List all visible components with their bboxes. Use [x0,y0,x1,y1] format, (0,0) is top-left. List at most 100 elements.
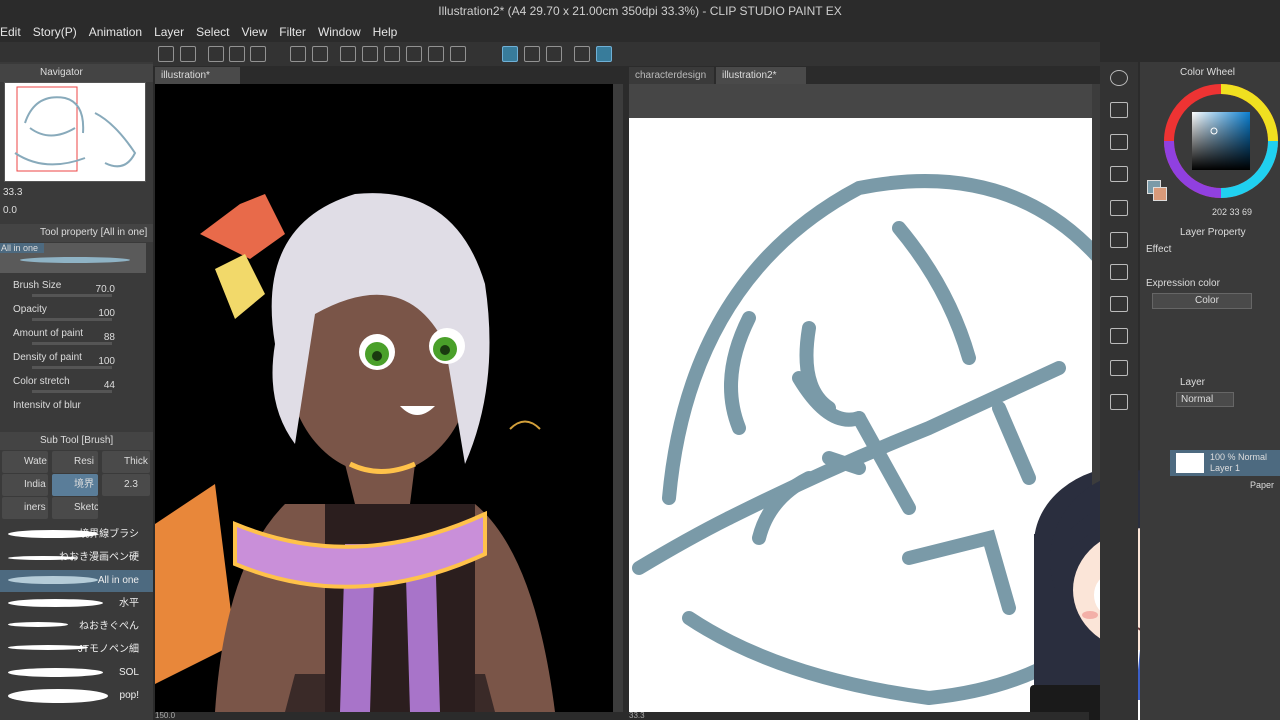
expression-color-select[interactable]: Color [1152,293,1252,309]
status-left-zoom: 150.0 [155,711,176,720]
tab-illustration2[interactable]: illustration2* [716,67,806,84]
brush-item[interactable]: 水平 [0,593,153,615]
navigator-zoom[interactable]: 33.3 [3,187,22,198]
book-icon[interactable] [1110,394,1128,410]
effect-label: Effect [1146,244,1172,255]
canvas-illustration2[interactable] [629,84,1092,712]
layer-name: 100 % Normal [1210,452,1268,462]
layer-panel-title: Layer [1180,377,1206,388]
opacity-slider[interactable] [32,318,112,321]
brush-item-label: SOL [118,667,139,678]
right-icon-strip [1100,62,1138,720]
crop-icon[interactable] [450,46,466,62]
prop-label: Intensity of blur [13,400,81,408]
amount-slider[interactable] [32,342,112,345]
brush-item-label: pop! [119,690,139,701]
copy-icon[interactable] [1110,134,1128,150]
transform-icon[interactable] [406,46,422,62]
menu-help[interactable]: Help [373,25,410,39]
prop-label: Brush Size [13,280,62,291]
right-panel: Color Wheel 202 33 69 Layer Property Eff… [1140,62,1280,720]
brush-item[interactable]: 境界線ブラシ [0,524,153,546]
deselect-icon[interactable] [428,46,444,62]
menu-filter[interactable]: Filter [279,25,318,39]
search-icon[interactable] [1110,70,1128,86]
paper-layer-label[interactable]: Paper [1210,480,1274,490]
menu-bar: Edit Story(P) Animation Layer Select Vie… [0,22,1280,42]
tab-characterdesign[interactable]: characterdesign [629,67,714,84]
window-title: Illustration2* (A4 29.70 x 21.00cm 350dp… [0,0,1280,22]
layer-icon[interactable] [1110,232,1128,248]
color-wheel[interactable] [1162,82,1280,200]
subtool-sketch[interactable]: Sketc [52,497,98,519]
close-icon[interactable] [1110,166,1128,182]
menu-layer[interactable]: Layer [154,25,196,39]
subtool-thick[interactable]: Thick [102,451,150,473]
subtool-border[interactable]: 境界 [52,474,98,496]
menu-animation[interactable]: Animation [89,25,154,39]
layer-row[interactable]: 100 % Normal Layer 1 [1170,450,1280,476]
select-icon[interactable] [384,46,400,62]
fill-icon[interactable] [362,46,378,62]
navigator-title: Navigator [0,64,153,82]
brush-item-label: JTモノペン細 [77,644,139,655]
edit-icon[interactable] [1110,328,1128,344]
blend-mode-select[interactable]: Normal [1176,392,1234,407]
density-slider[interactable] [32,366,112,369]
brush-item[interactable]: SOL [0,662,153,684]
expression-color-label: Expression color [1146,278,1220,289]
brush-item[interactable]: pop! [0,685,153,707]
canvas-illustration[interactable] [155,84,613,712]
open-file-icon[interactable] [229,46,245,62]
tool-property-title: Tool property [All in one] [0,224,153,242]
brush-item-label: ねおきぐぺん [79,621,139,632]
history-icon[interactable] [1110,296,1128,312]
layer-sub: Layer 1 [1210,463,1241,473]
snap-special-icon[interactable] [524,46,540,62]
menu-view[interactable]: View [241,25,279,39]
sub-tool-title: Sub Tool [Brush] [0,432,153,450]
clip-studio-icon[interactable] [180,46,196,62]
help-icon[interactable] [574,46,590,62]
subtool-iners[interactable]: iners [2,497,48,519]
color-wheel-title: Color Wheel [1180,67,1236,78]
menu-icon[interactable] [158,46,174,62]
navigator-angle[interactable]: 0.0 [3,205,17,216]
menu-story[interactable]: Story(P) [33,25,89,39]
brush-item[interactable]: ねおき漫画ペン硬 [0,547,153,569]
undo-icon[interactable] [290,46,306,62]
subtool-real[interactable]: Resi [52,451,98,473]
navigator-preview[interactable] [4,82,146,182]
tab-illustration[interactable]: illustration* [155,67,240,84]
redo-icon[interactable] [312,46,328,62]
canvas1-scrollbar[interactable] [613,84,623,712]
snap-grid-icon[interactable] [546,46,562,62]
menu-window[interactable]: Window [318,25,373,39]
brush-preview-name: All in one [0,243,44,253]
brush-size-slider[interactable] [32,294,112,297]
brush-item-label: 水平 [119,598,139,609]
subtool-watercolor[interactable]: Wate [2,451,48,473]
brush-item[interactable]: ねおきぐぺん [0,616,153,638]
subtool-custom[interactable]: 2.3 [102,474,150,496]
material-icon[interactable] [1110,264,1128,280]
snap-ruler-icon[interactable] [502,46,518,62]
color-stretch-slider[interactable] [32,390,112,393]
menu-select[interactable]: Select [196,25,241,39]
import-icon[interactable] [1110,102,1128,118]
grid-icon[interactable] [1110,200,1128,216]
brush-preview: All in one [0,243,146,273]
prop-label: Opacity [13,304,47,315]
clear-icon[interactable] [340,46,356,62]
note-icon[interactable] [1110,360,1128,376]
subtool-india[interactable]: India [2,474,48,496]
brush-item[interactable]: JTモノペン細 [0,639,153,661]
status-left: 150.0 [155,712,615,720]
sub-color-swatch[interactable] [1153,187,1167,201]
new-file-icon[interactable] [208,46,224,62]
save-icon[interactable] [250,46,266,62]
brush-item[interactable]: All in one [0,570,153,592]
menu-edit[interactable]: Edit [0,25,33,39]
cursor-icon[interactable] [596,46,612,62]
layer-property-title: Layer Property [1180,227,1246,238]
